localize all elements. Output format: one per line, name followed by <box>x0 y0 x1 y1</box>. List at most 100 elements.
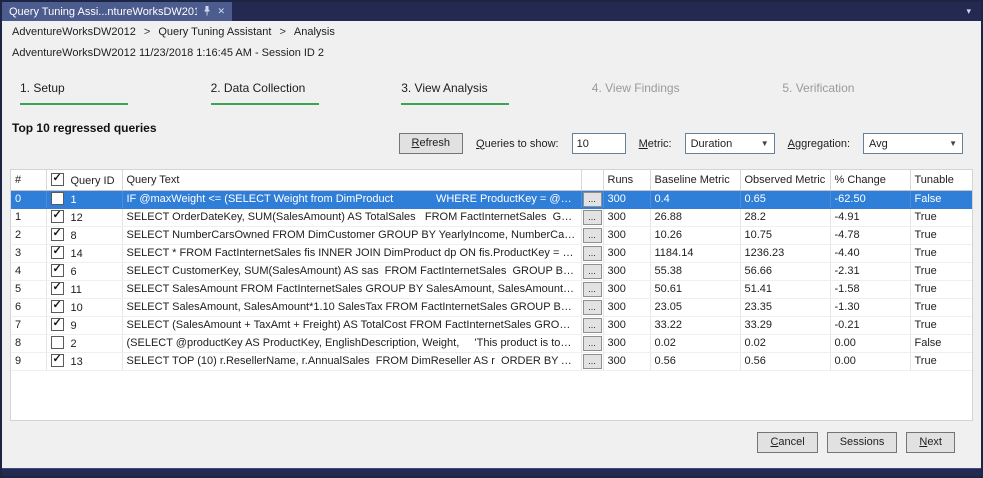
query-id-cell: 1 <box>46 190 123 209</box>
close-icon[interactable]: ✕ <box>217 7 225 16</box>
tunable-cell: True <box>910 244 972 263</box>
query-detail-cell: ... <box>581 190 604 209</box>
baseline-metric-cell: 23.05 <box>650 298 741 317</box>
row-checkbox[interactable] <box>50 336 64 349</box>
runs-cell: 300 <box>603 280 651 299</box>
breadcrumb: AdventureWorksDW2012 > Query Tuning Assist… <box>10 21 973 38</box>
row-checkbox[interactable] <box>50 209 64 223</box>
document-tab[interactable]: Query Tuning Assi...ntureWorksDW2012] ✕ <box>2 2 232 21</box>
query-detail-button[interactable]: ... <box>582 263 602 279</box>
queries-to-show-label: Queries to show: <box>476 137 559 150</box>
aggregation-combo[interactable]: Avg ▼ <box>863 133 963 154</box>
step-underline <box>401 103 510 105</box>
pct-change-cell: -4.78 <box>830 226 911 245</box>
table-row[interactable]: 8 2 (SELECT @productKey AS ProductKey, E… <box>11 334 972 353</box>
table-row[interactable]: 7 9 SELECT (SalesAmount + TaxAmt + Freig… <box>11 316 972 335</box>
pct-change-cell: -4.40 <box>830 244 911 263</box>
sessions-button[interactable]: Sessions <box>826 432 898 453</box>
row-checkbox[interactable] <box>50 317 64 331</box>
query-detail-button[interactable]: ... <box>582 209 602 225</box>
query-detail-button[interactable]: ... <box>582 245 602 261</box>
row-index: 3 <box>11 244 47 263</box>
baseline-metric-cell: 26.88 <box>650 208 741 227</box>
next-button[interactable]: Next <box>906 432 955 453</box>
tab-title: Query Tuning Assi...ntureWorksDW2012] <box>9 5 198 18</box>
column-header-detail <box>581 170 604 191</box>
metric-value: Duration <box>690 137 733 150</box>
column-header-query-text: Query Text <box>122 170 582 191</box>
query-text-cell: SELECT SalesAmount, SalesAmount*1.10 Sal… <box>122 298 582 317</box>
query-detail-button[interactable]: ... <box>582 281 602 297</box>
observed-metric-cell: 0.02 <box>740 334 831 353</box>
results-grid: # Query ID Query Text Runs Baseline Metr… <box>10 169 973 421</box>
query-text-cell: SELECT OrderDateKey, SUM(SalesAmount) AS… <box>122 208 582 227</box>
row-index: 2 <box>11 226 47 245</box>
column-header-query-id: Query ID <box>46 170 123 191</box>
table-row[interactable]: 5 11 SELECT SalesAmount FROM FactInterne… <box>11 280 972 299</box>
observed-metric-cell: 33.29 <box>740 316 831 335</box>
table-row[interactable]: 9 13 SELECT TOP (10) r.ResellerName, r.A… <box>11 352 972 371</box>
metric-combo[interactable]: Duration ▼ <box>684 133 775 154</box>
row-checkbox[interactable] <box>50 281 64 295</box>
table-row[interactable]: 3 14 SELECT * FROM FactInternetSales fis… <box>11 244 972 263</box>
query-id-cell: 2 <box>46 334 123 353</box>
query-detail-button[interactable]: ... <box>582 227 602 243</box>
row-checkbox[interactable] <box>50 263 64 277</box>
query-detail-button[interactable]: ... <box>582 335 602 351</box>
row-index: 7 <box>11 316 47 335</box>
breadcrumb-item-assistant[interactable]: Query Tuning Assistant <box>158 26 271 38</box>
table-row[interactable]: 2 8 SELECT NumberCarsOwned FROM DimCusto… <box>11 226 972 245</box>
pct-change-cell: -1.30 <box>830 298 911 317</box>
table-row[interactable]: 0 1 IF @maxWeight <= (SELECT Weight from… <box>11 190 972 209</box>
baseline-metric-cell: 33.22 <box>650 316 741 335</box>
tab-list-caret-icon[interactable]: ▾ <box>966 6 971 17</box>
chevron-down-icon: ▼ <box>760 139 769 148</box>
query-detail-button[interactable]: ... <box>582 191 602 207</box>
row-checkbox[interactable] <box>50 245 64 259</box>
baseline-metric-cell: 55.38 <box>650 262 741 281</box>
breadcrumb-separator: > <box>143 26 151 38</box>
query-detail-button[interactable]: ... <box>582 317 602 333</box>
cancel-button[interactable]: Cancel <box>757 432 818 453</box>
row-checkbox[interactable] <box>50 227 64 241</box>
header-row: # Query ID Query Text Runs Baseline Metr… <box>11 170 972 191</box>
step-underline <box>210 103 319 105</box>
table-row[interactable]: 6 10 SELECT SalesAmount, SalesAmount*1.1… <box>11 298 972 317</box>
baseline-metric-cell: 0.02 <box>650 334 741 353</box>
column-header-runs: Runs <box>603 170 651 191</box>
tunable-cell: True <box>910 226 972 245</box>
query-text-cell: SELECT SalesAmount FROM FactInternetSale… <box>122 280 582 299</box>
row-index: 5 <box>11 280 47 299</box>
step-data-collection[interactable]: 2. Data Collection <box>210 81 402 105</box>
refresh-button[interactable]: Refresh <box>398 133 464 154</box>
query-detail-button[interactable]: ... <box>582 299 602 315</box>
table-row[interactable]: 1 12 SELECT OrderDateKey, SUM(SalesAmoun… <box>11 208 972 227</box>
query-id-cell: 11 <box>46 280 123 299</box>
query-detail-button[interactable]: ... <box>582 353 602 369</box>
breadcrumb-item-database[interactable]: AdventureWorksDW2012 <box>12 26 136 38</box>
query-id-cell: 6 <box>46 262 123 281</box>
window-frame: Query Tuning Assi...ntureWorksDW2012] ✕ … <box>0 0 983 478</box>
step-underline <box>592 103 700 105</box>
pct-change-cell: 0.00 <box>830 352 911 371</box>
breadcrumb-item-analysis[interactable]: Analysis <box>294 26 335 38</box>
observed-metric-cell: 10.75 <box>740 226 831 245</box>
queries-to-show-input[interactable] <box>571 133 626 154</box>
query-detail-cell: ... <box>581 334 604 353</box>
step-setup[interactable]: 1. Setup <box>20 81 211 105</box>
pin-icon[interactable] <box>203 5 211 18</box>
query-id-cell: 14 <box>46 244 123 263</box>
column-header-baseline: Baseline Metric <box>650 170 741 191</box>
main-content: AdventureWorksDW2012 > Query Tuning Assist… <box>2 21 981 468</box>
runs-cell: 300 <box>603 262 651 281</box>
step-view-analysis[interactable]: 3. View Analysis <box>401 81 592 105</box>
row-checkbox[interactable] <box>50 192 64 205</box>
step-view-findings: 4. View Findings <box>592 81 783 105</box>
select-all-checkbox[interactable] <box>50 172 64 186</box>
row-checkbox[interactable] <box>50 299 64 313</box>
row-checkbox[interactable] <box>50 353 64 367</box>
column-header-tunable: Tunable <box>910 170 972 191</box>
baseline-metric-cell: 50.61 <box>650 280 741 299</box>
runs-cell: 300 <box>603 316 651 335</box>
table-row[interactable]: 4 6 SELECT CustomerKey, SUM(SalesAmount)… <box>11 262 972 281</box>
